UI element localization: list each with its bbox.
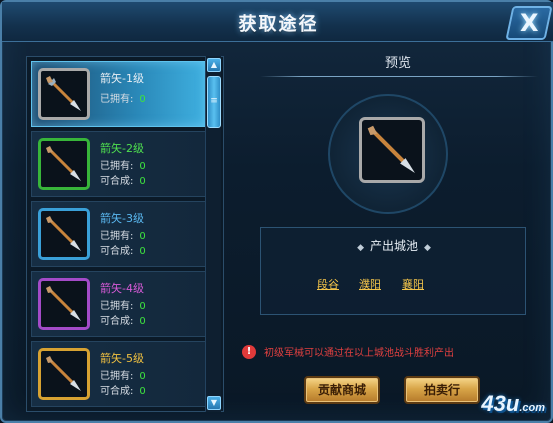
craft-stat: 可合成: 0 <box>100 176 146 187</box>
item-slot <box>38 68 90 120</box>
city-link[interactable]: 濮阳 <box>359 276 381 292</box>
arrow-icon <box>367 125 415 173</box>
arrow-icon <box>46 356 81 391</box>
scroll-down-button[interactable]: ▼ <box>207 396 221 410</box>
item-slot <box>38 278 90 330</box>
arrow-icon <box>46 216 81 251</box>
source-box: ◆ 产出城池 ◆ 段谷 濮阳 襄阳 <box>260 227 526 315</box>
item-slot <box>38 348 90 400</box>
title-bar: 获取途径 X <box>2 2 553 42</box>
item-slot <box>38 208 90 260</box>
preview-label: 预览 <box>384 56 411 71</box>
item-list: 箭矢-1级 已拥有: 0 箭矢-2级 已拥有: 0 可合成: 0 箭矢-3级 已… <box>26 56 224 412</box>
item-name: 箭矢-3级 <box>100 212 144 225</box>
owned-stat: 已拥有: 0 <box>100 161 146 172</box>
close-button[interactable]: X <box>505 6 553 40</box>
arrow-icon <box>46 146 81 181</box>
watermark-logo: 43u.com <box>481 391 545 416</box>
auction-house-button[interactable]: 拍卖行 <box>404 376 480 404</box>
preview-item-slot <box>359 117 425 183</box>
item-name: 箭矢-5级 <box>100 352 144 365</box>
craft-stat: 可合成: 0 <box>100 246 146 257</box>
arrow-icon <box>46 76 81 111</box>
source-title: ◆ 产出城池 ◆ <box>357 239 431 253</box>
panel-title: 获取途径 <box>238 14 319 35</box>
list-item[interactable]: 箭矢-5级 已拥有: 0 可合成: 0 <box>31 341 207 407</box>
acquire-panel: 获取途径 X 箭矢-1级 已拥有: 0 箭矢-2级 已拥有: 0 可合成: 0 … <box>0 0 553 423</box>
item-name: 箭矢-2级 <box>100 142 144 155</box>
craft-stat: 可合成: 0 <box>100 316 146 327</box>
list-item[interactable]: 箭矢-2级 已拥有: 0 可合成: 0 <box>31 131 207 197</box>
item-name: 箭矢-1级 <box>100 72 144 85</box>
owned-stat: 已拥有: 0 <box>100 231 146 242</box>
owned-stat: 已拥有: 0 <box>100 301 146 312</box>
warning-icon: ! <box>242 344 256 359</box>
close-icon: X <box>519 9 539 37</box>
list-item[interactable]: 箭矢-4级 已拥有: 0 可合成: 0 <box>31 271 207 337</box>
craft-stat: 可合成: 0 <box>100 386 146 397</box>
item-name: 箭矢-4级 <box>100 282 144 295</box>
city-link[interactable]: 段谷 <box>317 276 339 292</box>
list-item[interactable]: 箭矢-1级 已拥有: 0 <box>31 61 207 127</box>
list-item[interactable]: 箭矢-3级 已拥有: 0 可合成: 0 <box>31 201 207 267</box>
scroll-up-button[interactable]: ▲ <box>207 58 221 72</box>
warning-note: ! 初级军械可以通过在以上城池战斗胜利产出 <box>242 344 454 359</box>
warning-text: 初级军械可以通过在以上城池战斗胜利产出 <box>264 348 454 359</box>
city-link[interactable]: 襄阳 <box>402 276 424 292</box>
list-scrollbar[interactable]: ▲ ≡ ▼ <box>205 56 221 412</box>
preview-divider <box>260 76 538 77</box>
scroll-thumb[interactable]: ≡ <box>207 76 221 128</box>
arrow-icon <box>46 286 81 321</box>
owned-stat: 已拥有: 0 <box>100 371 146 382</box>
owned-stat: 已拥有: 0 <box>100 94 146 105</box>
contribution-shop-button[interactable]: 贡献商城 <box>304 376 380 404</box>
item-slot <box>38 138 90 190</box>
